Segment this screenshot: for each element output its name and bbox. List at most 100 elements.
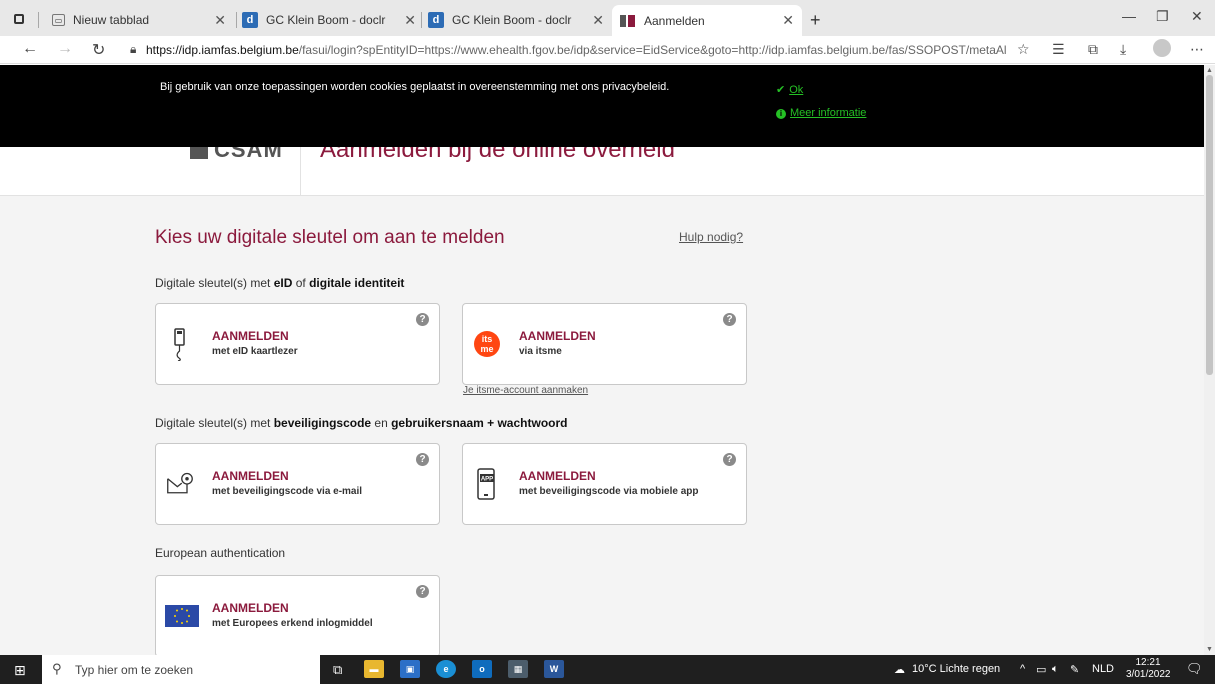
cookie-more-info-link[interactable]: i Meer informatie xyxy=(776,107,866,119)
tab-new-tab[interactable]: ▭ Nieuw tabblad ✕ xyxy=(44,6,234,34)
language-indicator[interactable]: NLD xyxy=(1092,663,1114,675)
login-card-mobile-app[interactable]: ? APP AANMELDEN met beveiligingscode via… xyxy=(462,443,747,525)
csam-icon xyxy=(620,13,636,29)
page-scrollbar[interactable]: ▲ ▼ xyxy=(1204,65,1215,655)
task-view-icon[interactable]: ⧉ xyxy=(333,662,342,678)
help-icon[interactable]: ? xyxy=(723,453,736,466)
search-icon: ⚲ xyxy=(52,661,62,676)
web-page: CSAM Aanmelden bij de online overheid Bi… xyxy=(0,65,1204,655)
tray-chevron-icon[interactable]: ^ xyxy=(1020,663,1025,675)
tab-aanmelden[interactable]: Aanmelden ✕ xyxy=(612,5,802,36)
card-subtitle: met Europees erkend inlogmiddel xyxy=(212,618,373,629)
page-title: Kies uw digitale sleutel om aan te melde… xyxy=(155,227,505,248)
card-subtitle: met eID kaartlezer xyxy=(212,346,298,357)
email-code-icon xyxy=(166,466,194,502)
card-subtitle: via itsme xyxy=(519,346,562,357)
tab-actions-button[interactable] xyxy=(6,8,32,30)
edge-icon[interactable]: e xyxy=(436,660,456,678)
login-card-email-code[interactable]: ? AANMELDEN met beveiligingscode via e-m… xyxy=(155,443,440,525)
tab-doclr-2[interactable]: d GC Klein Boom - doclr ✕ xyxy=(420,6,612,34)
login-card-itsme[interactable]: ? its me AANMELDEN via itsme xyxy=(462,303,747,385)
section-heading-eid: Digitale sleutel(s) met eID of digitale … xyxy=(155,276,405,290)
help-icon[interactable]: ? xyxy=(723,313,736,326)
header-divider xyxy=(300,145,301,196)
volume-icon[interactable]: 🔈︎ xyxy=(1052,663,1059,676)
lock-icon[interactable]: 🔒︎ xyxy=(130,42,136,57)
weather-text[interactable]: 10°C Lichte regen xyxy=(912,663,1000,675)
close-icon[interactable]: ✕ xyxy=(404,12,416,29)
card-title: AANMELDEN xyxy=(212,329,289,343)
restore-icon[interactable]: ❐ xyxy=(1156,8,1169,25)
windows-start-icon[interactable]: ⊞ xyxy=(14,662,26,679)
close-icon[interactable]: ✕ xyxy=(592,12,604,29)
tab-label: GC Klein Boom - doclr xyxy=(266,13,386,27)
url-field[interactable]: https://idp.iamfas.belgium.be/fasui/logi… xyxy=(146,43,1006,57)
card-title: AANMELDEN xyxy=(519,329,596,343)
cookie-ok-link[interactable]: ✔ Ok xyxy=(776,83,803,96)
url-host: https://idp.iamfas.belgium.be xyxy=(146,43,299,57)
clock-date: 3/01/2022 xyxy=(1126,669,1171,680)
itsme-create-account-link[interactable]: Je itsme-account aanmaken xyxy=(463,385,588,396)
scrollbar-thumb[interactable] xyxy=(1206,75,1213,375)
minimize-icon[interactable]: — xyxy=(1122,8,1136,24)
tab-separator xyxy=(38,12,39,28)
help-icon[interactable]: ? xyxy=(416,313,429,326)
card-reader-icon xyxy=(166,326,194,362)
svg-text:APP: APP xyxy=(481,477,493,483)
close-icon[interactable]: ✕ xyxy=(782,12,794,29)
new-tab-icon: ▭ xyxy=(52,14,65,26)
close-window-icon[interactable]: ✕ xyxy=(1191,8,1203,25)
favorites-list-icon[interactable]: ☰ xyxy=(1052,41,1065,58)
card-title: AANMELDEN xyxy=(212,469,289,483)
address-bar-row: ← → ↻ 🔒︎ https://idp.iamfas.belgium.be/f… xyxy=(0,36,1215,64)
section-heading-security-code: Digitale sleutel(s) met beveiligingscode… xyxy=(155,416,568,430)
info-icon: i xyxy=(776,109,786,119)
tab-label: GC Klein Boom - doclr xyxy=(452,13,572,27)
cookie-banner: Bij gebruik van onze toepassingen worden… xyxy=(0,65,1204,147)
browser-tab-strip: ▭ Nieuw tabblad ✕ d GC Klein Boom - docl… xyxy=(0,0,1215,36)
taskbar-search[interactable]: ⚲ Typ hier om te zoeken xyxy=(42,655,320,684)
network-icon[interactable]: ▭ xyxy=(1036,663,1046,676)
scroll-up-icon[interactable]: ▲ xyxy=(1206,67,1213,74)
itsme-icon: its me xyxy=(473,326,501,362)
store-icon[interactable]: ▣ xyxy=(400,660,420,678)
eu-flag-icon xyxy=(164,598,200,634)
new-tab-button[interactable]: + xyxy=(802,6,830,34)
help-icon[interactable]: ? xyxy=(416,585,429,598)
outlook-icon[interactable]: o xyxy=(472,660,492,678)
back-icon[interactable]: ← xyxy=(22,40,38,58)
search-placeholder: Typ hier om te zoeken xyxy=(75,663,194,677)
scroll-down-icon[interactable]: ▼ xyxy=(1206,646,1213,653)
favorite-star-icon[interactable]: ☆ xyxy=(1017,41,1030,58)
check-icon: ✔ xyxy=(776,84,786,96)
word-icon[interactable]: W xyxy=(544,660,564,678)
plus-icon: + xyxy=(810,9,821,30)
tab-doclr-1[interactable]: d GC Klein Boom - doclr ✕ xyxy=(234,6,424,34)
card-subtitle: met beveiligingscode via mobiele app xyxy=(519,486,699,497)
collections-icon[interactable]: ⧉ xyxy=(1088,41,1098,58)
doclr-icon: d xyxy=(428,12,444,28)
pen-icon[interactable]: ✎ xyxy=(1070,663,1079,676)
tab-actions-icon xyxy=(14,14,24,24)
section-heading-european: European authentication xyxy=(155,546,286,560)
cookie-text: Bij gebruik van onze toepassingen worden… xyxy=(160,81,670,93)
profile-avatar[interactable] xyxy=(1153,39,1171,57)
help-link[interactable]: Hulp nodig? xyxy=(679,230,743,244)
taskbar-clock[interactable]: 12:21 3/01/2022 xyxy=(1126,657,1171,681)
reload-icon[interactable]: ↻ xyxy=(92,40,105,60)
login-card-european[interactable]: ? AANMELDEN met Europees erkend inlogmid… xyxy=(155,575,440,655)
login-card-eid[interactable]: ? AANMELDEN met eID kaartlezer xyxy=(155,303,440,385)
download-icon[interactable]: ⤓ xyxy=(1120,41,1126,58)
card-title: AANMELDEN xyxy=(519,469,596,483)
tab-label: Aanmelden xyxy=(644,13,705,28)
close-icon[interactable]: ✕ xyxy=(214,12,226,29)
file-explorer-icon[interactable]: ▬ xyxy=(364,660,384,678)
card-subtitle: met beveiligingscode via e-mail xyxy=(212,486,363,497)
weather-icon: ☁ xyxy=(894,664,905,676)
notifications-icon[interactable]: 🗨︎ xyxy=(1186,661,1203,677)
tab-label: Nieuw tabblad xyxy=(73,13,150,27)
more-menu-icon[interactable]: ⋯ xyxy=(1190,41,1204,58)
calculator-icon[interactable]: ▦ xyxy=(508,660,528,678)
help-icon[interactable]: ? xyxy=(416,453,429,466)
forward-icon[interactable]: → xyxy=(57,40,73,58)
